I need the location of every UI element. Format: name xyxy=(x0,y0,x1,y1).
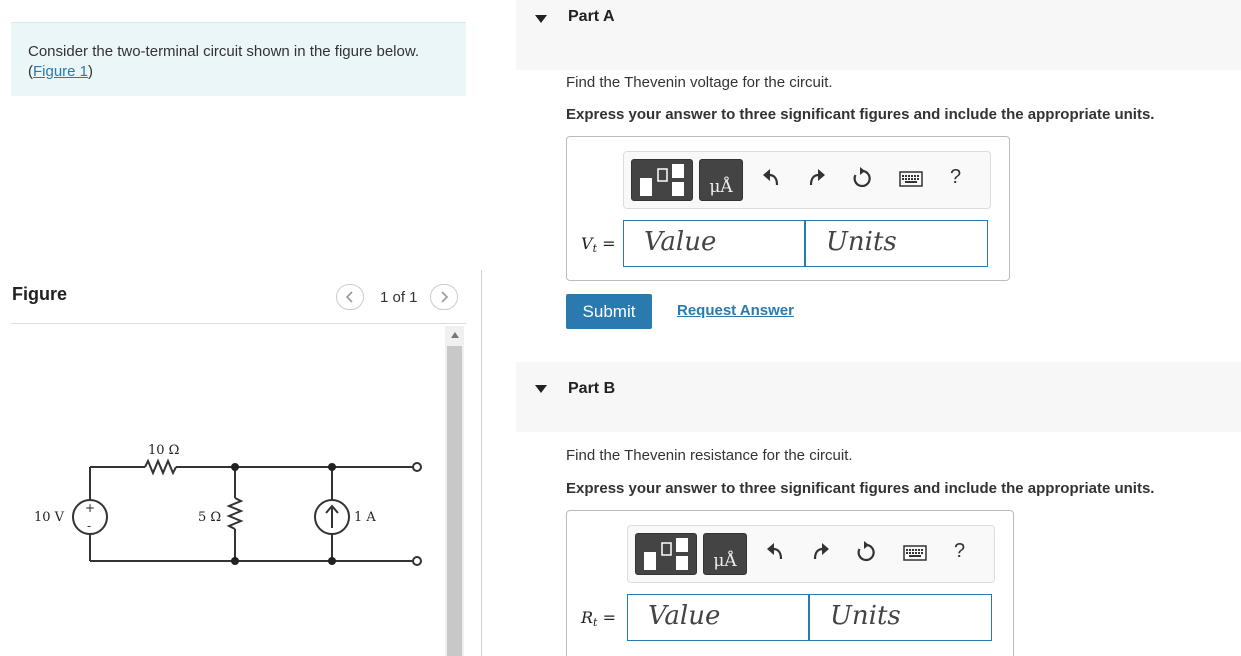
caret-down-icon[interactable] xyxy=(534,384,548,394)
part-a-instruction: Express your answer to three significant… xyxy=(566,106,1155,123)
resistor-5-label: 5 Ω xyxy=(198,510,221,525)
part-a-variable: Vt = xyxy=(581,234,616,255)
redo-icon[interactable] xyxy=(811,542,831,562)
source-plus: + xyxy=(85,501,95,515)
figure-pager: 1 of 1 xyxy=(336,284,458,310)
undo-icon[interactable] xyxy=(761,168,781,188)
help-button[interactable]: ? xyxy=(950,166,961,189)
figure-scrollbar[interactable] xyxy=(445,326,464,656)
scroll-thumb[interactable] xyxy=(447,346,462,656)
circuit-diagram: 10 Ω 5 Ω 10 V 1 A + - xyxy=(34,443,422,566)
left-pane: Consider the two-terminal circuit shown … xyxy=(0,0,482,656)
templates-icon xyxy=(644,538,688,570)
part-b-variable: Rt = xyxy=(581,608,616,629)
part-a-units-input[interactable]: Units xyxy=(805,220,988,267)
problem-statement: Consider the two-terminal circuit shown … xyxy=(11,22,466,96)
units-button[interactable]: μÅ xyxy=(699,159,743,201)
part-b-answer-box: μÅ ? Rt = Value Units xyxy=(566,510,1014,656)
part-b-header[interactable]: Part B xyxy=(516,362,1241,432)
submit-button[interactable]: Submit xyxy=(566,294,652,329)
chevron-right-icon xyxy=(440,291,448,303)
source-minus: - xyxy=(87,519,91,533)
part-b-instruction: Express your answer to three significant… xyxy=(566,480,1155,497)
part-b-value-input[interactable]: Value xyxy=(627,594,809,641)
request-answer-link[interactable]: Request Answer xyxy=(677,302,794,319)
part-b-units-input[interactable]: Units xyxy=(809,594,992,641)
part-a-header[interactable]: Part A xyxy=(516,0,1241,70)
scroll-up-arrow[interactable] xyxy=(445,326,464,344)
figure-link[interactable]: Figure 1 xyxy=(33,63,88,80)
pager-count: 1 of 1 xyxy=(380,288,418,306)
redo-icon[interactable] xyxy=(807,168,827,188)
help-button[interactable]: ? xyxy=(954,540,965,563)
templates-button[interactable] xyxy=(631,159,693,201)
part-a-label: Part A xyxy=(568,8,615,25)
voltage-source-label: 10 V xyxy=(34,510,65,525)
figure-divider xyxy=(11,323,466,324)
problem-text-close: ) xyxy=(88,63,94,80)
part-b-question: Find the Thevenin resistance for the cir… xyxy=(566,447,853,464)
part-a-value-input[interactable]: Value xyxy=(623,220,805,267)
part-a-question: Find the Thevenin voltage for the circui… xyxy=(566,74,833,91)
figure-title: Figure xyxy=(12,284,68,304)
caret-down-icon[interactable] xyxy=(534,14,548,24)
pane-divider xyxy=(481,270,482,656)
chevron-left-icon xyxy=(345,291,353,303)
keyboard-icon[interactable] xyxy=(899,171,923,187)
current-source-label: 1 A xyxy=(354,510,376,525)
undo-icon[interactable] xyxy=(765,542,785,562)
resistor-10-label: 10 Ω xyxy=(148,443,179,458)
templates-button[interactable] xyxy=(635,533,697,575)
triangle-up-icon xyxy=(450,332,459,338)
templates-icon xyxy=(640,164,684,196)
next-figure-button[interactable] xyxy=(429,284,458,310)
keyboard-icon[interactable] xyxy=(903,545,927,561)
part-a-answer-box: μÅ ? Vt = Value Units xyxy=(566,136,1010,281)
part-b-toolbar: μÅ ? xyxy=(627,525,995,583)
reset-icon[interactable] xyxy=(855,541,877,563)
reset-icon[interactable] xyxy=(851,167,873,189)
prev-figure-button[interactable] xyxy=(336,284,364,310)
units-button[interactable]: μÅ xyxy=(703,533,747,575)
part-b-label: Part B xyxy=(568,380,616,397)
part-a-toolbar: μÅ ? xyxy=(623,151,991,209)
